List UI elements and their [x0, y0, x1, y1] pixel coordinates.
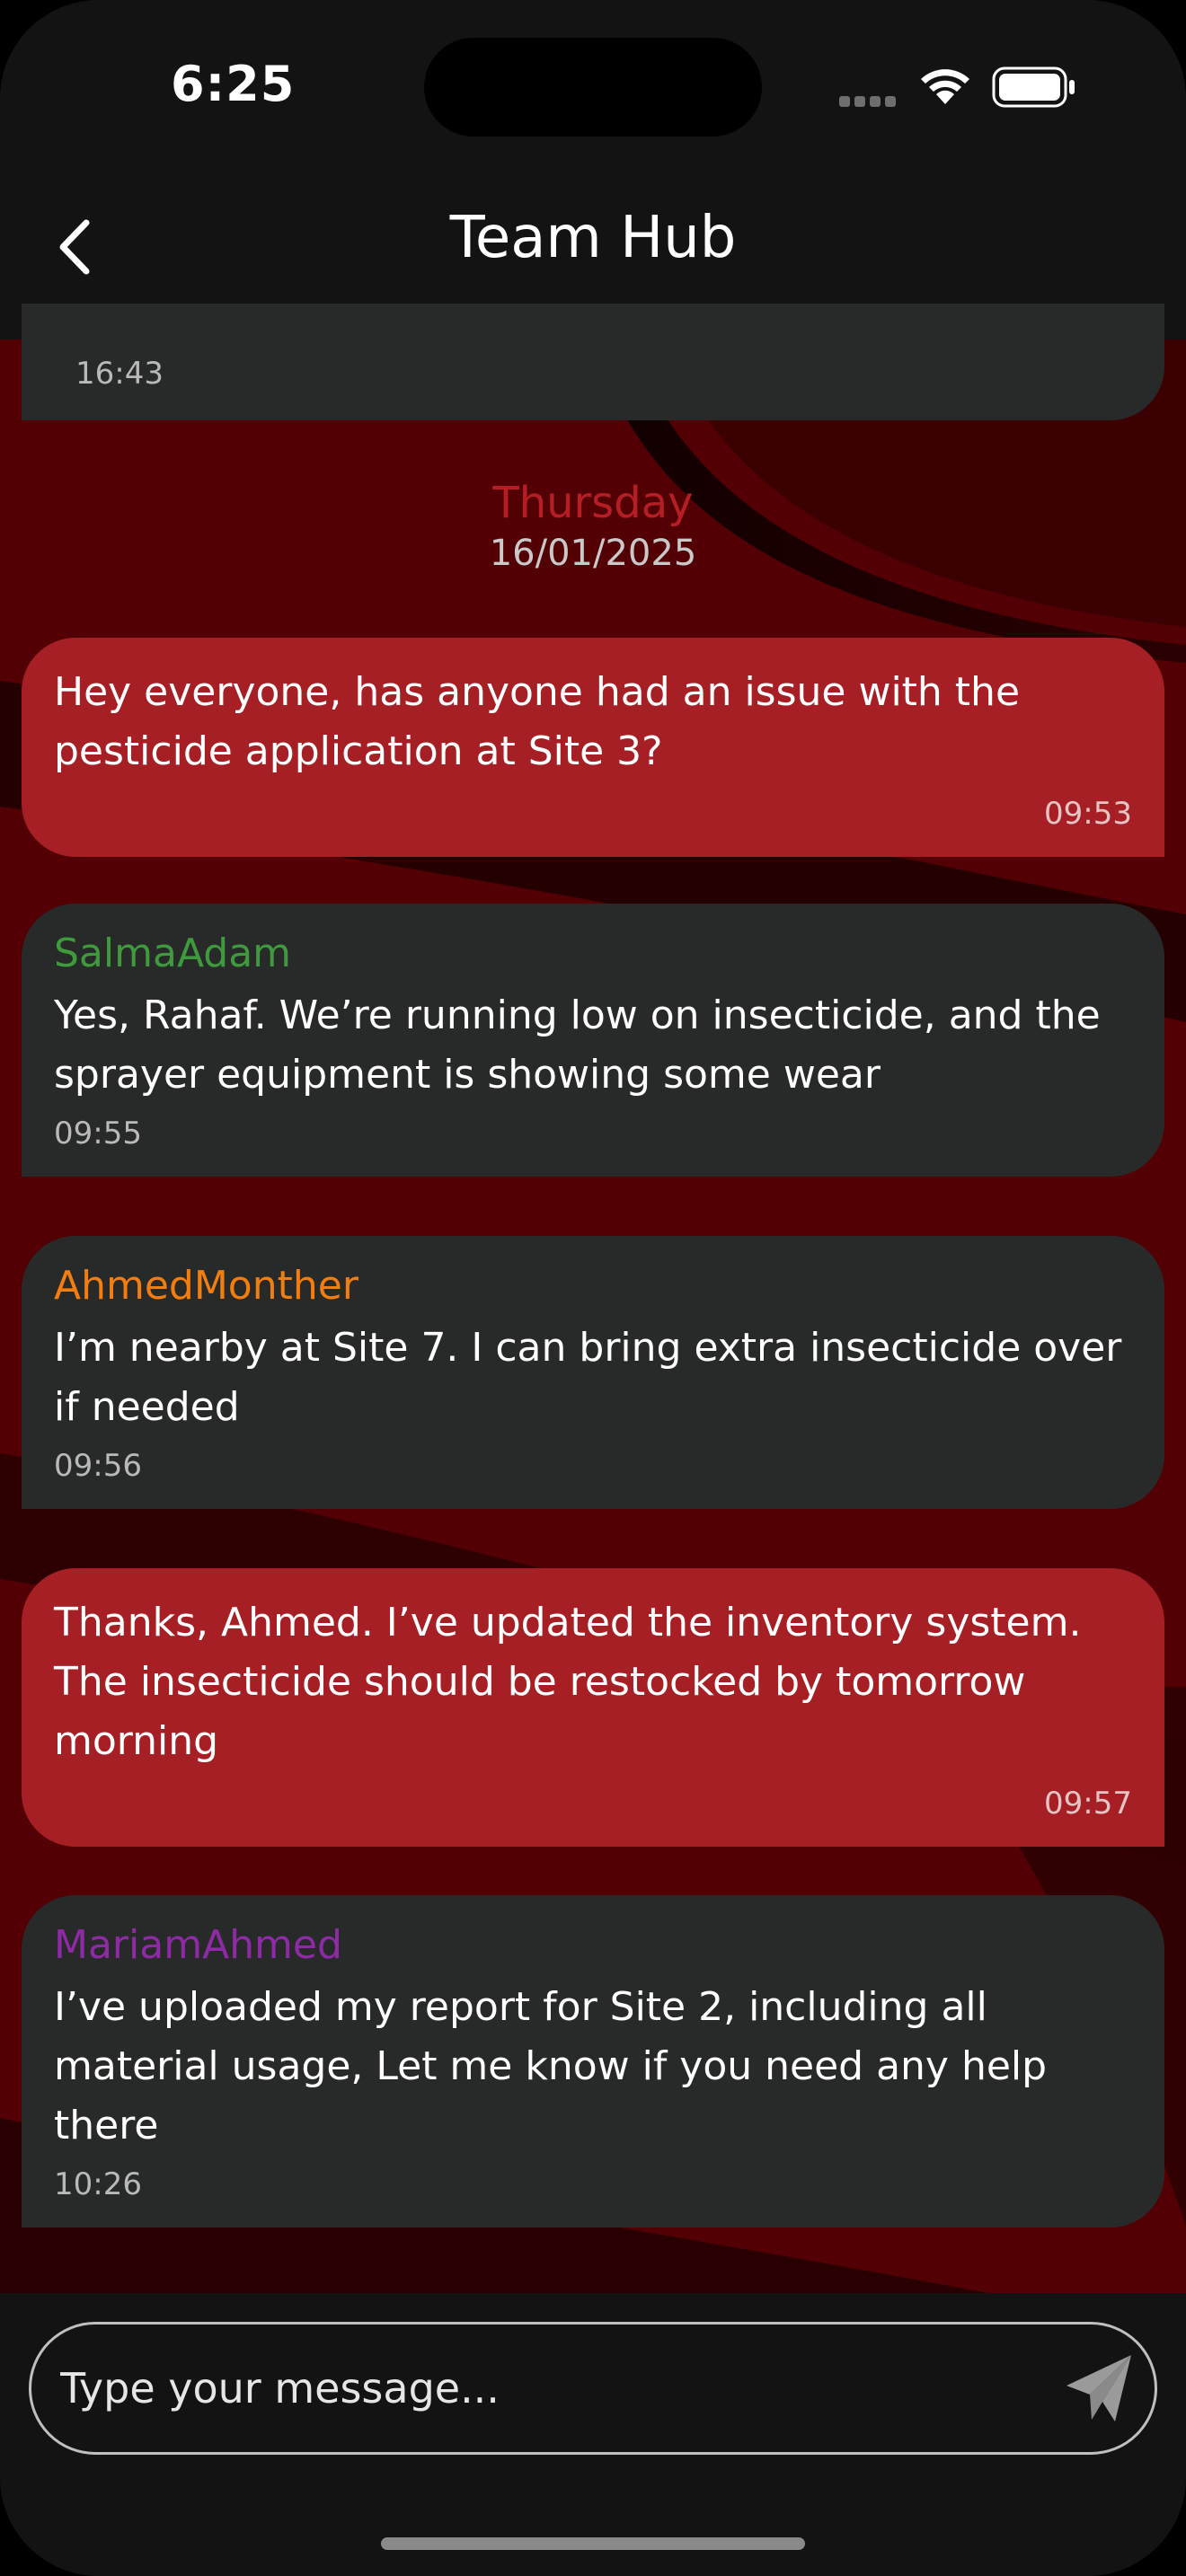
- message-time: 09:55: [54, 1116, 142, 1151]
- composer-bar: [0, 2293, 1186, 2576]
- message-text: Yes, Rahaf. We’re running low on insecti…: [54, 992, 1101, 1098]
- sender-name: AhmedMonther: [54, 1263, 358, 1309]
- message-text: I’m nearby at Site 7. I can bring extra …: [54, 1325, 1122, 1430]
- message-text: Thanks, Ahmed. I’ve updated the inventor…: [54, 1600, 1082, 1764]
- day-label: Thursday: [492, 478, 694, 528]
- message-time: 09:57: [1044, 1786, 1132, 1822]
- previous-message-bubble: 16:43: [22, 304, 1164, 420]
- message-time: 09:56: [54, 1448, 142, 1484]
- send-plane-icon: [1067, 2355, 1131, 2422]
- dynamic-island: [424, 38, 762, 137]
- status-time: 6:25: [171, 56, 296, 112]
- message-input[interactable]: [58, 2342, 1014, 2434]
- message-composer: [29, 2322, 1157, 2455]
- sender-name: SalmaAdam: [54, 931, 292, 976]
- message-time: 16:43: [75, 356, 164, 392]
- home-indicator: [381, 2537, 805, 2550]
- message-bubble-incoming[interactable]: AhmedMonther I’m nearby at Site 7. I can…: [22, 1236, 1164, 1509]
- message-text: I’ve uploaded my report for Site 2, incl…: [54, 1984, 1048, 2148]
- send-button[interactable]: [1059, 2348, 1140, 2429]
- cellular-signal-icon: [839, 93, 900, 110]
- message-time: 10:26: [54, 2166, 142, 2202]
- date-label: 16/01/2025: [489, 533, 697, 574]
- sender-name: MariamAhmed: [54, 1922, 342, 1968]
- battery-icon: [992, 66, 1075, 108]
- page-title: Team Hub: [449, 205, 737, 271]
- status-bar: 6:25: [0, 0, 1186, 171]
- message-bubble-incoming[interactable]: MariamAhmed I’ve uploaded my report for …: [22, 1895, 1164, 2228]
- day-separator: Thursday 16/01/2025: [0, 476, 1186, 577]
- phone-screen: 6:25 Team Hub 16:43 Thursday 16/01/2025: [0, 0, 1186, 2576]
- wifi-icon: [921, 69, 969, 104]
- message-bubble-outgoing[interactable]: Thanks, Ahmed. I’ve updated the inventor…: [22, 1568, 1164, 1847]
- message-time: 09:53: [1044, 796, 1132, 832]
- message-bubble-outgoing[interactable]: Hey everyone, has anyone had an issue wi…: [22, 638, 1164, 857]
- message-list[interactable]: 16:43 Thursday 16/01/2025 Hey everyone, …: [0, 304, 1186, 2293]
- message-text: Hey everyone, has anyone had an issue wi…: [54, 669, 1021, 774]
- message-bubble-incoming[interactable]: SalmaAdam Yes, Rahaf. We’re running low …: [22, 904, 1164, 1177]
